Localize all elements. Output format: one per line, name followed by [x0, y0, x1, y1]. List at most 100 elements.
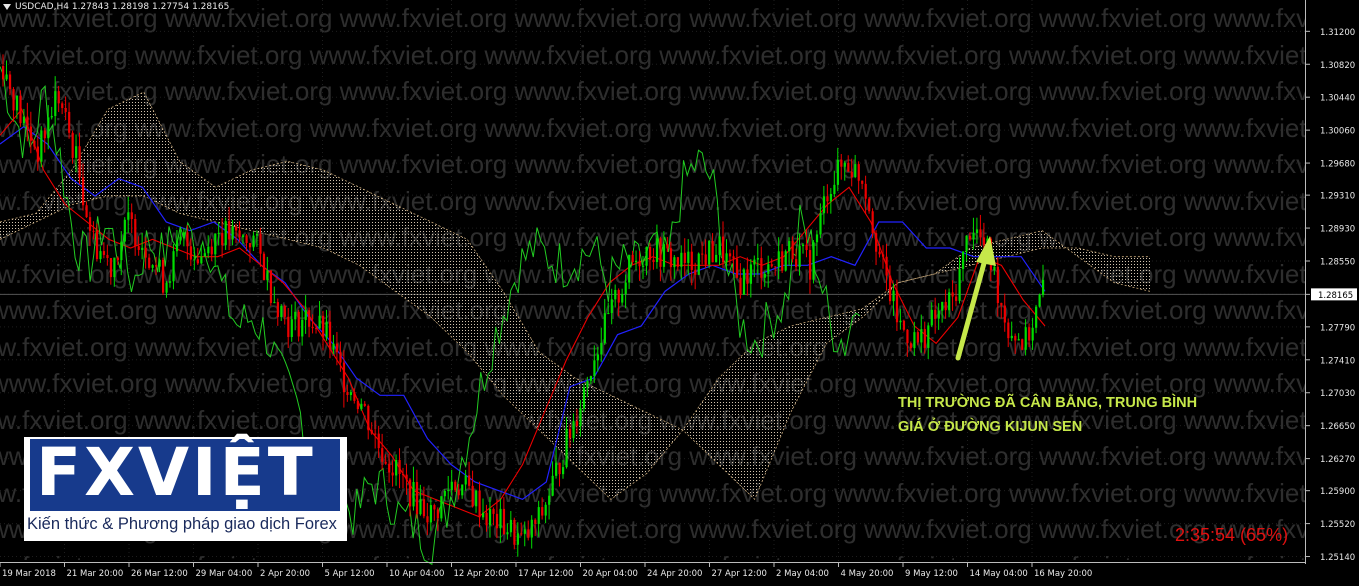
candle [356, 398, 359, 414]
candle-body [951, 292, 954, 297]
candle [808, 236, 812, 294]
candle [944, 289, 947, 319]
candle [1024, 319, 1027, 356]
candle-body [906, 329, 909, 344]
candle [544, 502, 547, 524]
candle-body [502, 508, 506, 535]
candle [436, 507, 439, 532]
candle-body [840, 159, 843, 167]
candle-body [753, 259, 756, 265]
candle-body [948, 292, 951, 311]
candle [802, 243, 805, 254]
candle [704, 239, 707, 269]
candle [398, 448, 401, 489]
candle [697, 252, 700, 275]
candle-body [353, 392, 356, 401]
candle [972, 217, 975, 250]
candle [68, 102, 71, 139]
candle-body [607, 313, 610, 315]
time-axis: 19 Mar 2018 21 Mar 20:00 26 Mar 12:00 29 Ma… [0, 562, 1306, 579]
price-tick-label: 1.27030 [1320, 389, 1355, 399]
candle-body [398, 459, 401, 475]
candle [412, 466, 415, 511]
candle [537, 500, 540, 537]
candle [384, 454, 387, 465]
time-tick-label: 10 Apr 04:00 [389, 569, 444, 579]
candle-body [582, 387, 586, 409]
candle [106, 244, 109, 266]
candle [645, 246, 648, 276]
candle-body [193, 259, 196, 261]
dropdown-triangle-icon[interactable] [3, 3, 11, 10]
candle-body [367, 405, 370, 431]
candle-body [280, 305, 283, 318]
candle [85, 201, 88, 218]
candle-body [231, 226, 234, 240]
candle-body [47, 117, 50, 139]
candle-body [402, 474, 405, 476]
candle [325, 309, 328, 341]
candle-body [833, 184, 836, 195]
price-tick-label: 1.25140 [1320, 553, 1355, 563]
candle-body [287, 316, 290, 338]
candle [367, 404, 370, 440]
candle-body [1024, 327, 1027, 350]
candle [235, 223, 238, 243]
candle-body [408, 479, 412, 507]
candle-body [123, 219, 126, 242]
candle-body [415, 481, 419, 515]
candle [492, 507, 495, 526]
candle-body [1035, 306, 1038, 328]
candle [885, 243, 888, 291]
candle-body [363, 403, 366, 406]
candle-body [920, 329, 923, 343]
candle-body [617, 289, 620, 303]
candle [391, 460, 394, 487]
candle [301, 308, 304, 346]
candle [746, 257, 749, 296]
candle-body [182, 232, 186, 237]
candle-body [99, 251, 102, 260]
candle-body [944, 301, 947, 311]
candle-body [878, 251, 881, 255]
candle-body [436, 509, 439, 519]
candle [297, 309, 300, 342]
candle-body [349, 392, 353, 395]
candle-body [704, 254, 707, 265]
candle [676, 256, 679, 271]
candle [930, 302, 933, 328]
candle [916, 330, 919, 346]
time-tick-label: 12 Apr 20:00 [454, 569, 509, 579]
candle [113, 257, 116, 287]
candle-body [325, 321, 328, 338]
price-tick-label: 1.25520 [1320, 520, 1355, 530]
candle-body [127, 212, 130, 220]
candle [683, 238, 686, 277]
candle-body [318, 315, 321, 329]
candle-body [262, 253, 266, 281]
candle [332, 334, 335, 355]
candle [516, 522, 519, 557]
candle [1003, 293, 1006, 332]
candle [280, 304, 283, 321]
candle-body [756, 258, 759, 260]
candle-body [499, 508, 502, 529]
candle-body [805, 244, 808, 251]
price-tick-label: 1.30820 [1320, 61, 1355, 71]
time-tick-label: 9 May 12:00 [905, 569, 958, 579]
candle-body [937, 310, 940, 319]
candle [207, 235, 210, 259]
price-tick-label: 1.26270 [1320, 455, 1355, 465]
candle-body [137, 246, 140, 250]
candle-body [982, 237, 986, 245]
candle-body [64, 108, 67, 112]
candle [485, 504, 488, 532]
chart-window[interactable]: www.fxviet.org www.fxviet.org www.fxviet… [0, 0, 1359, 586]
candle [224, 217, 227, 250]
candle-body [19, 95, 22, 124]
candle [1007, 318, 1010, 348]
candle-body [1000, 302, 1003, 306]
candle-body [179, 236, 182, 241]
candle [617, 288, 620, 317]
candle [471, 470, 474, 508]
